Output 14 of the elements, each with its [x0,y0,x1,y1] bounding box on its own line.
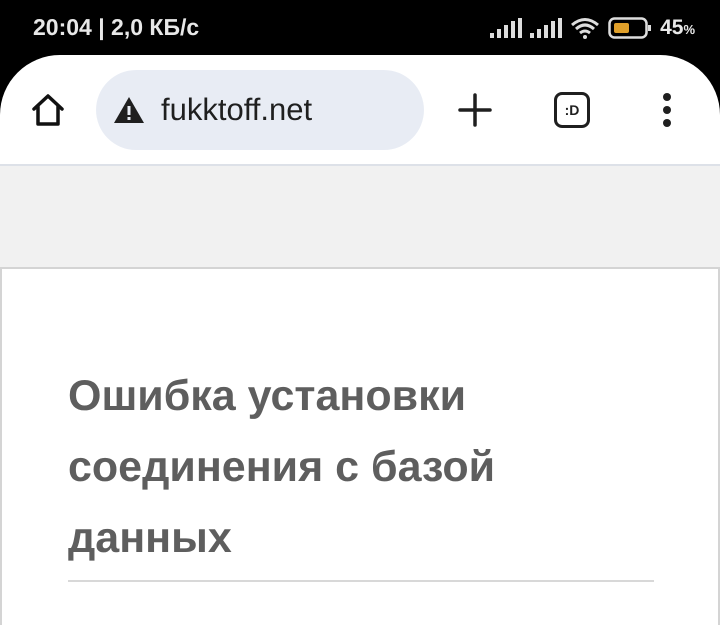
new-tab-icon[interactable] [458,92,492,126]
battery-percent: 45% [660,16,695,40]
tab-switcher-button[interactable]: :D [554,92,590,128]
signal-icon [490,18,522,38]
wifi-icon [570,16,600,38]
warning-icon [113,96,145,124]
battery-icon [608,16,652,38]
signal-icon [530,18,562,38]
error-heading: Ошибка установки соединения с базой данных [68,371,496,564]
url-text: fukktoff.net [161,92,312,128]
address-bar[interactable]: fukktoff.net [96,70,424,150]
status-time: 20:04 | 2,0 КБ/с [33,13,200,41]
home-icon[interactable] [30,92,66,128]
more-menu-icon[interactable] [662,92,672,126]
